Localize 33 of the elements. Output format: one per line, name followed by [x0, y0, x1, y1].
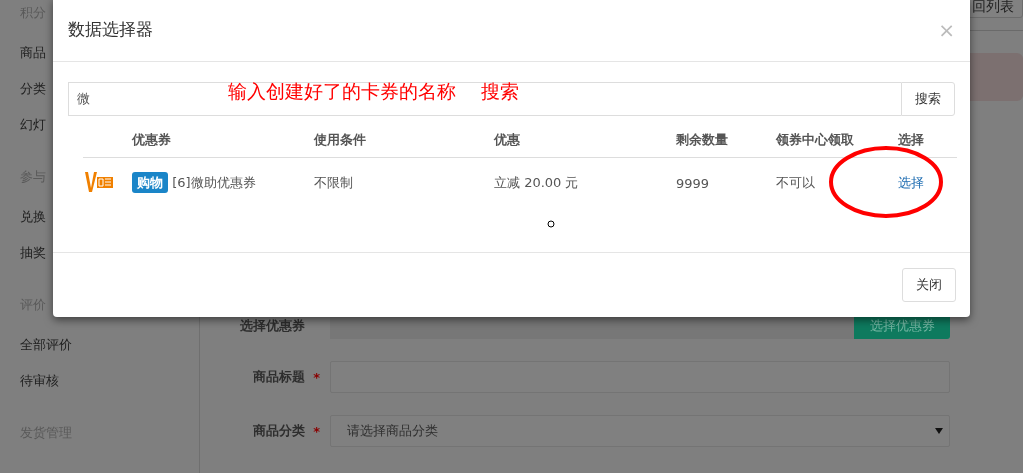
- required-mark: *: [313, 423, 320, 439]
- table-cell: 不限制: [314, 175, 353, 190]
- modal-title: 数据选择器: [68, 18, 153, 41]
- column-header: 剩余数量: [676, 131, 728, 147]
- column-header: 使用条件: [314, 131, 366, 147]
- select-link[interactable]: 选择: [898, 175, 924, 190]
- column-header: 选择: [898, 131, 924, 147]
- required-mark: *: [313, 369, 320, 385]
- sidebar-item[interactable]: 兑换: [20, 200, 46, 236]
- sidebar-item[interactable]: 商品: [20, 36, 46, 72]
- field-label: 商品标题: [253, 368, 306, 386]
- table-cell: 立减 20.00 元: [494, 175, 579, 190]
- logo-icon: [84, 170, 114, 193]
- sidebar-item[interactable]: 幻灯: [20, 108, 46, 144]
- category-select[interactable]: 请选择商品分类: [330, 415, 950, 447]
- caret-icon: [935, 428, 943, 434]
- field-label: 选择优惠券: [240, 317, 305, 335]
- annotation-text: 输入创建好了的卡券的名称 搜索: [228, 79, 520, 104]
- column-header: 领券中心领取: [776, 131, 854, 147]
- column-header: 优惠: [494, 131, 520, 147]
- cursor-icon: [547, 220, 555, 228]
- field-label: 商品分类: [253, 422, 306, 440]
- table-cell: 不可以: [776, 175, 815, 190]
- sidebar-item[interactable]: 抽奖: [20, 236, 46, 272]
- table-cell: 9999: [676, 175, 710, 191]
- sidebar-item[interactable]: 待审核: [20, 364, 59, 400]
- table-cell: [6]微助优惠券: [172, 175, 256, 190]
- close-button[interactable]: 关闭: [902, 268, 956, 302]
- category-tag: 购物: [132, 172, 168, 193]
- column-header: 优惠券: [132, 131, 171, 147]
- sidebar-item[interactable]: 分类: [20, 72, 46, 108]
- sidebar-item[interactable]: 全部评价: [20, 328, 72, 364]
- search-button[interactable]: 搜索: [901, 82, 955, 116]
